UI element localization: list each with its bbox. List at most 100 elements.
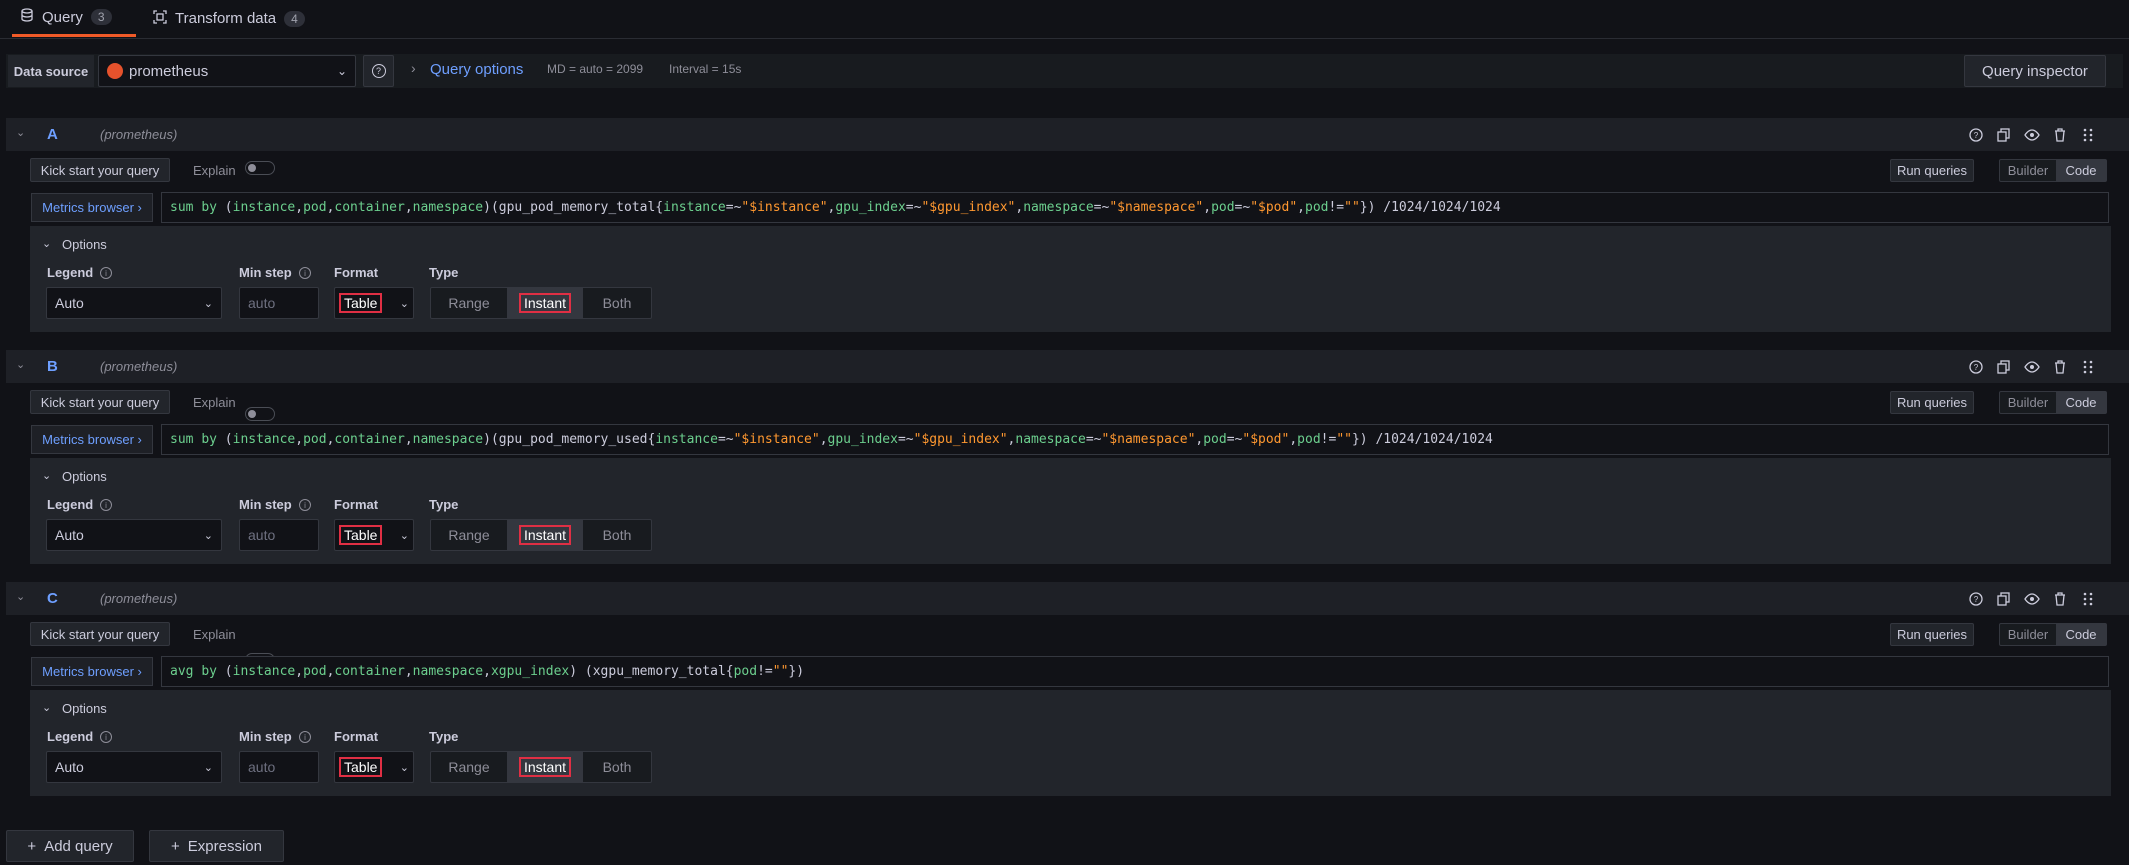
query-expression-input[interactable]: sum by (instance,pod,container,namespace…	[161, 424, 2109, 455]
trash-icon[interactable]	[2052, 359, 2068, 375]
query-letter[interactable]: A	[47, 126, 58, 143]
format-select[interactable]: Table ⌄	[334, 751, 414, 783]
min-step-input[interactable]: auto	[239, 751, 319, 783]
run-queries-button[interactable]: Run queries	[1890, 159, 1974, 182]
options-toggle[interactable]: Options	[62, 701, 107, 716]
legend-select[interactable]: Auto ⌄	[46, 751, 222, 783]
add-query-button[interactable]: + Add query	[6, 830, 134, 862]
metrics-browser-button[interactable]: Metrics browser ›	[31, 657, 153, 686]
tab-transform-data[interactable]: Transform data 4	[145, 0, 315, 37]
builder-mode-button[interactable]: Builder	[2000, 160, 2056, 181]
eye-icon[interactable]	[2024, 591, 2040, 607]
kick-start-button[interactable]: Kick start your query	[30, 390, 170, 414]
legend-select[interactable]: Auto ⌄	[46, 519, 222, 551]
min-step-label: Min step	[239, 497, 292, 512]
help-icon[interactable]: ?	[1968, 359, 1984, 375]
duplicate-icon[interactable]	[1996, 127, 2012, 143]
format-value: Table	[339, 757, 383, 777]
svg-text:?: ?	[1974, 131, 1979, 140]
type-both-option[interactable]: Both	[583, 752, 651, 782]
duplicate-icon[interactable]	[1996, 359, 2012, 375]
options-chevron-icon[interactable]: ⌄	[42, 237, 51, 250]
trash-icon[interactable]	[2052, 127, 2068, 143]
add-expression-button[interactable]: + Expression	[149, 830, 284, 862]
kick-start-button[interactable]: Kick start your query	[30, 622, 170, 646]
type-instant-option[interactable]: Instant	[507, 288, 583, 318]
builder-mode-button[interactable]: Builder	[2000, 392, 2056, 413]
chevron-down-icon: ⌄	[336, 64, 347, 78]
duplicate-icon[interactable]	[1996, 591, 2012, 607]
explain-toggle[interactable]	[245, 407, 275, 421]
min-step-placeholder: auto	[248, 527, 276, 543]
legend-label: Legend	[47, 265, 94, 280]
type-range-option[interactable]: Range	[431, 520, 507, 550]
collapse-chevron-icon[interactable]: ⌄	[16, 358, 25, 371]
metrics-browser-button[interactable]: Metrics browser ›	[31, 425, 153, 454]
options-toggle[interactable]: Options	[62, 237, 107, 252]
query-header	[6, 582, 2129, 615]
options-chevron-icon[interactable]: ⌄	[42, 701, 51, 714]
type-label: Type	[429, 265, 459, 280]
code-mode-button[interactable]: Code	[2056, 160, 2106, 181]
trash-icon[interactable]	[2052, 591, 2068, 607]
transform-icon	[153, 9, 167, 28]
plus-icon: +	[27, 837, 37, 855]
format-select[interactable]: Table ⌄	[334, 519, 414, 551]
query-options-toggle[interactable]: Query options	[430, 61, 523, 78]
legend-value: Auto	[55, 759, 84, 775]
md-info: MD = auto = 2099	[547, 62, 644, 76]
chevron-right-icon[interactable]: ›	[411, 60, 416, 76]
min-step-input[interactable]: auto	[239, 519, 319, 551]
type-range-option[interactable]: Range	[431, 752, 507, 782]
type-instant-option[interactable]: Instant	[507, 520, 583, 550]
builder-mode-button[interactable]: Builder	[2000, 624, 2056, 645]
query-source: (prometheus)	[100, 127, 178, 142]
query-expression-text: avg by (instance,pod,container,namespace…	[170, 664, 805, 679]
eye-icon[interactable]	[2024, 127, 2040, 143]
query-letter[interactable]: B	[47, 358, 58, 375]
type-range-option[interactable]: Range	[431, 288, 507, 318]
code-mode-button[interactable]: Code	[2056, 624, 2106, 645]
query-letter[interactable]: C	[47, 590, 58, 607]
svg-text:?: ?	[1974, 363, 1979, 372]
explain-toggle[interactable]	[245, 161, 275, 175]
type-radio-group: Range Instant Both	[430, 751, 652, 783]
options-chevron-icon[interactable]: ⌄	[42, 469, 51, 482]
run-queries-button[interactable]: Run queries	[1890, 623, 1974, 646]
data-source-help-button[interactable]: ?	[363, 55, 394, 87]
drag-handle-icon[interactable]	[2080, 127, 2096, 143]
drag-handle-icon[interactable]	[2080, 591, 2096, 607]
query-inspector-button[interactable]: Query inspector	[1964, 55, 2106, 87]
min-step-placeholder: auto	[248, 295, 276, 311]
editor-mode-switch: Builder Code	[1999, 623, 2107, 646]
tab-query[interactable]: Query 3	[12, 0, 136, 37]
format-select[interactable]: Table ⌄	[334, 287, 414, 319]
query-expression-input[interactable]: avg by (instance,pod,container,namespace…	[161, 656, 2109, 687]
info-icon: i	[299, 499, 311, 511]
type-radio-group: Range Instant Both	[430, 287, 652, 319]
query-expression-input[interactable]: sum by (instance,pod,container,namespace…	[161, 192, 2109, 223]
help-icon[interactable]: ?	[1968, 591, 1984, 607]
type-instant-option[interactable]: Instant	[507, 752, 583, 782]
legend-label: Legend	[47, 497, 94, 512]
kick-start-button[interactable]: Kick start your query	[30, 158, 170, 182]
type-both-option[interactable]: Both	[583, 288, 651, 318]
type-both-option[interactable]: Both	[583, 520, 651, 550]
help-icon: ?	[371, 64, 386, 78]
metrics-browser-button[interactable]: Metrics browser ›	[31, 193, 153, 222]
type-label: Type	[429, 497, 459, 512]
eye-icon[interactable]	[2024, 359, 2040, 375]
legend-select[interactable]: Auto ⌄	[46, 287, 222, 319]
min-step-input[interactable]: auto	[239, 287, 319, 319]
drag-handle-icon[interactable]	[2080, 359, 2096, 375]
chevron-down-icon: ⌄	[203, 529, 213, 542]
run-queries-button[interactable]: Run queries	[1890, 391, 1974, 414]
editor-mode-switch: Builder Code	[1999, 391, 2107, 414]
data-source-picker[interactable]: prometheus ⌄	[98, 55, 356, 87]
collapse-chevron-icon[interactable]: ⌄	[16, 590, 25, 603]
options-toggle[interactable]: Options	[62, 469, 107, 484]
collapse-chevron-icon[interactable]: ⌄	[16, 126, 25, 139]
code-mode-button[interactable]: Code	[2056, 392, 2106, 413]
database-icon	[20, 8, 34, 26]
help-icon[interactable]: ?	[1968, 127, 1984, 143]
